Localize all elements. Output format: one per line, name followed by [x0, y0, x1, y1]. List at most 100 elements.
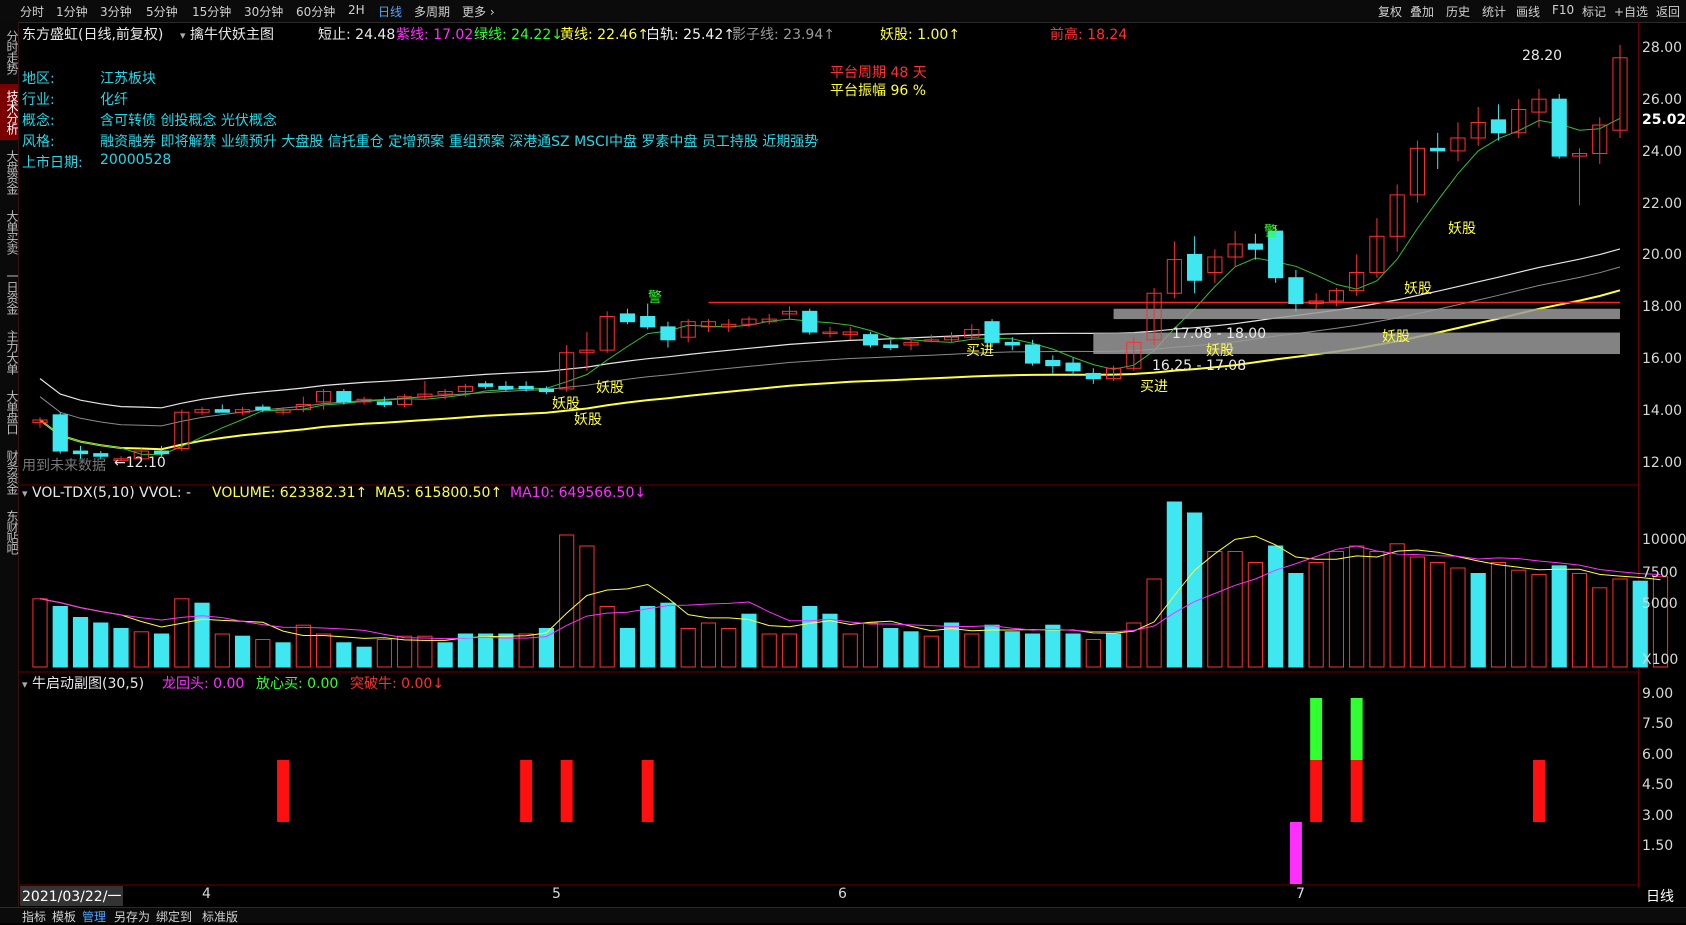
volume-bar: [1004, 631, 1020, 668]
candle-body: [72, 450, 89, 455]
volume-bar: [822, 613, 838, 668]
volume-bar: [781, 633, 798, 668]
volume-bar: [964, 633, 980, 668]
volume-bar: [1207, 551, 1223, 668]
volume-bar: [518, 633, 534, 668]
signal-bar: [1350, 760, 1363, 822]
candle-body: [883, 344, 899, 349]
candle-body: [1045, 360, 1061, 367]
volume-bar: [295, 624, 311, 668]
volume-bar: [356, 646, 372, 668]
high-price-label: 28.20: [1522, 48, 1563, 64]
breakout-value: 突破牛: 0.00↓: [350, 676, 445, 692]
candle-body: [255, 406, 271, 411]
bottom-tab-saveas[interactable]: 另存为: [114, 908, 150, 925]
bottom-tab-indicator[interactable]: 指标: [22, 908, 46, 925]
volume-bar: [1065, 633, 1081, 668]
candle-body: [1065, 362, 1081, 372]
candle-body: [376, 401, 392, 405]
volume-bar: [943, 622, 960, 668]
sub-tick: 3.00: [1642, 808, 1674, 824]
volume-bar: [1187, 512, 1203, 668]
volume-unit: X100: [1642, 652, 1679, 668]
monster-label: 妖股: [1448, 221, 1476, 237]
buy-signal-label: 买进: [966, 343, 994, 359]
sub-tick: 7.50: [1642, 716, 1674, 732]
volume-tick: 10000: [1642, 532, 1686, 548]
volume-bar: [761, 633, 777, 668]
volume-bar: [1308, 562, 1324, 668]
dropdown-icon: ▾: [22, 487, 28, 500]
sub-indicator-name[interactable]: ▾ 牛启动副图(30,5): [22, 673, 144, 693]
candle-body: [1004, 341, 1020, 346]
period-button[interactable]: 日线: [1646, 886, 1674, 906]
volume-value: VOLUME: 623382.31↑: [212, 485, 368, 501]
volume-bar: [1288, 573, 1304, 668]
monster-label: 妖股: [1206, 343, 1234, 359]
sub-tick: 9.00: [1642, 686, 1674, 702]
relax-buy-value: 放心买: 0.00: [256, 676, 339, 692]
volume-bar: [174, 598, 190, 668]
signal-bar: [1310, 760, 1323, 822]
candle-body: [214, 409, 230, 413]
bottom-tab-standard[interactable]: 标准版: [202, 908, 238, 925]
volume-bar: [214, 633, 230, 668]
signal-bar: [641, 760, 654, 822]
volume-bar: [133, 631, 149, 668]
volume-bar: [478, 633, 494, 668]
date-cursor: 2021/03/22/一: [20, 886, 124, 906]
volume-bar: [316, 633, 332, 668]
candle-body: [52, 414, 68, 452]
low-price-label: ←12.10: [114, 455, 166, 471]
candle-body: [498, 385, 514, 390]
volume-bar: [640, 606, 656, 668]
candle-body: [1187, 253, 1203, 281]
volume-bar: [1247, 562, 1263, 668]
bottom-tab-template[interactable]: 模板: [52, 908, 76, 925]
future-data-note: 用到未来数据: [22, 458, 106, 474]
volume-bar: [376, 639, 392, 668]
range-label-lower: 16.25 - 17.08: [1152, 358, 1247, 374]
bottom-tab-manage[interactable]: 管理: [82, 908, 106, 925]
monster-label: 妖股: [596, 380, 624, 396]
volume-ma5-line: [39, 535, 1661, 641]
volume-bar: [660, 602, 676, 668]
volume-bar: [1531, 574, 1547, 668]
candle-body: [619, 313, 636, 323]
volume-bar: [437, 642, 453, 668]
volume-bar: [1612, 578, 1628, 668]
volume-bar: [599, 606, 615, 668]
volume-bar: [559, 534, 575, 668]
candle-body: [1288, 277, 1304, 305]
volume-bar: [498, 633, 514, 668]
warn-label: 警: [648, 290, 662, 306]
volume-ma10: MA10: 649566.50↓: [510, 485, 647, 501]
dragon-value: 龙回头: 0.00: [162, 676, 245, 692]
volume-bar: [903, 631, 919, 668]
kline-chart[interactable]: [0, 0, 1686, 922]
volume-bar: [1470, 573, 1486, 668]
candle-body: [1024, 344, 1041, 364]
candle-body: [802, 310, 818, 333]
volume-tick: 5000: [1642, 596, 1678, 612]
volume-bar: [1166, 501, 1182, 668]
volume-bar: [457, 633, 473, 668]
volume-bar: [1328, 551, 1345, 668]
volume-bar: [32, 598, 48, 668]
signal-bar: [1350, 698, 1363, 760]
volume-bar: [72, 617, 89, 668]
candle-body: [640, 316, 656, 328]
volume-bar: [741, 613, 757, 668]
volume-ma5: MA5: 615800.50↑: [375, 485, 503, 501]
month-tick: 7: [1296, 886, 1305, 902]
volume-bar: [1490, 562, 1507, 668]
signal-bar: [1310, 698, 1323, 760]
dropdown-icon: ▾: [22, 678, 28, 691]
bottom-tab-bind[interactable]: 绑定到: [156, 908, 192, 925]
volume-bar: [93, 622, 109, 668]
month-tick: 4: [202, 886, 211, 902]
signal-bar: [1532, 760, 1545, 822]
volume-bar: [336, 642, 352, 668]
candle-body: [336, 391, 352, 403]
volume-indicator-name[interactable]: ▾ VOL-TDX(5,10) VVOL: -: [22, 485, 191, 501]
